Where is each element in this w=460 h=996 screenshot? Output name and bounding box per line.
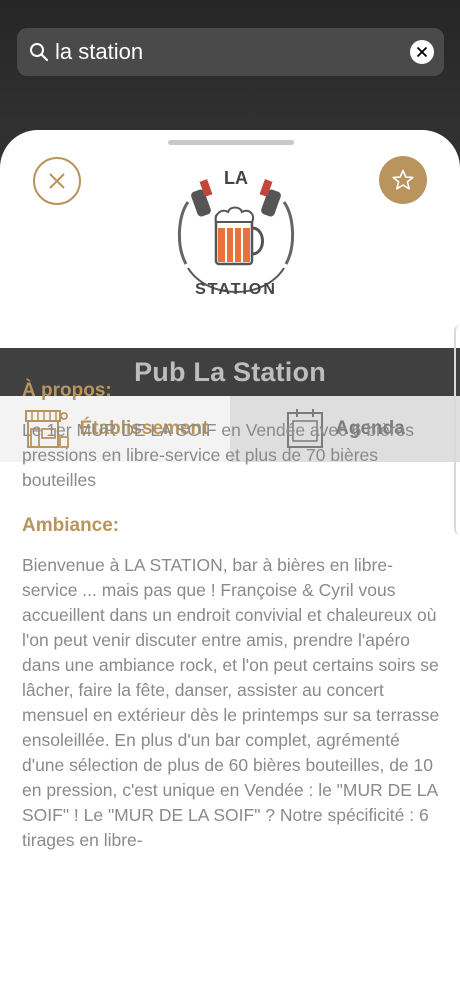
close-circle-icon[interactable] (410, 40, 434, 64)
search-icon (30, 43, 49, 62)
close-icon (49, 173, 65, 189)
ambiance-heading: Ambiance: (22, 515, 120, 536)
favorite-button[interactable] (379, 156, 427, 204)
svg-text:STATION: STATION (195, 281, 277, 298)
about-heading: À propos: (22, 380, 112, 401)
la-station-logo: LA STATION (177, 168, 295, 298)
search-bar[interactable] (17, 28, 444, 76)
place-description: À propos: Le 1er MUR DE LA SOIF en Vendé… (22, 380, 440, 875)
scroll-indicator[interactable] (454, 325, 460, 535)
search-input[interactable] (55, 39, 410, 65)
about-text: Le 1er MUR DE LA SOIF en Vendée avec 6 b… (22, 420, 415, 490)
ambiance-text: Bienvenue à LA STATION, bar à bières en … (22, 555, 440, 850)
drag-handle[interactable] (168, 140, 294, 145)
close-button[interactable] (33, 157, 81, 205)
star-icon (392, 169, 414, 190)
svg-text:LA: LA (224, 168, 248, 188)
